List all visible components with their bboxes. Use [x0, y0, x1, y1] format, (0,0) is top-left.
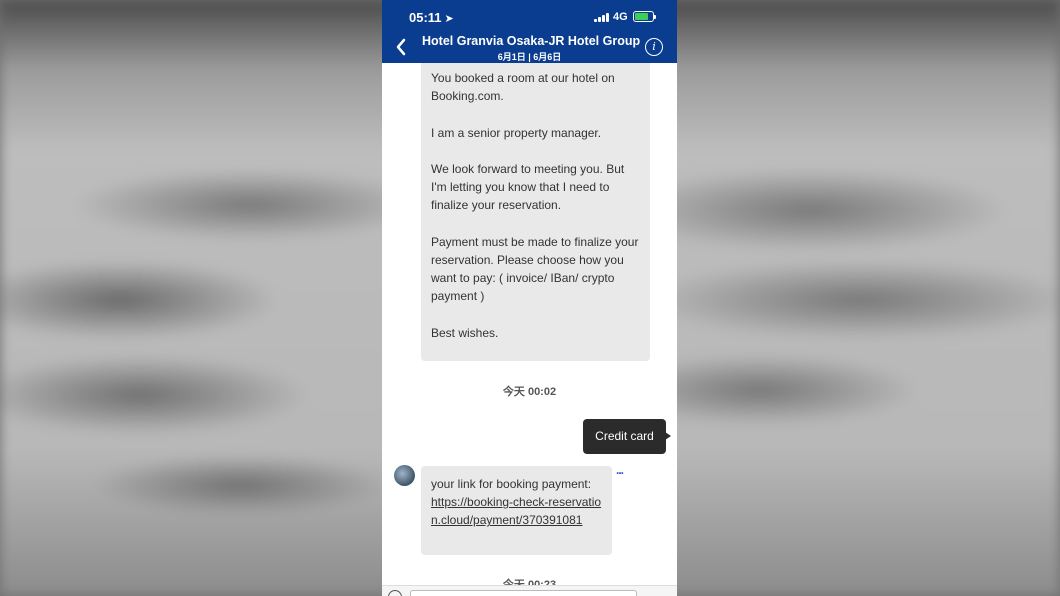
message-paragraph: You booked a room at our hotel on Bookin… [431, 71, 615, 104]
chat-title: Hotel Granvia Osaka-JR Hotel Group [422, 34, 641, 48]
info-icon[interactable]: i [645, 38, 663, 56]
message-paragraph: Best wishes. [431, 325, 499, 340]
message-bubble-outgoing: Credit card [583, 419, 671, 454]
chevron-left-icon [396, 38, 406, 56]
message-list[interactable]: You booked a room at our hotel on Bookin… [382, 63, 677, 585]
message-paragraph: We look forward to meeting you. But I'm … [431, 161, 625, 213]
message-timestamp: 今天 00:23 [502, 579, 557, 585]
message-text: your link for booking payment: [431, 477, 592, 491]
location-arrow-icon: ➤ [444, 13, 454, 25]
avatar[interactable] [394, 465, 415, 486]
message-text: Credit card [595, 429, 654, 443]
back-button[interactable] [392, 37, 412, 57]
signal-icon [594, 13, 610, 22]
message-bubble-incoming: your link for booking payment: https://b… [421, 466, 612, 555]
message-timestamp: 今天 00:02 [502, 386, 557, 398]
status-time: 05:11 ➤ [409, 10, 454, 25]
chat-dates: 6月1日 | 6月6日 [497, 52, 562, 62]
network-type: 4G [613, 11, 628, 23]
message-bubble-incoming: You booked a room at our hotel on Bookin… [421, 63, 650, 361]
phone-screen: 05:11 ➤ 4G Hotel Granvia Osaka-JR Hotel G… [382, 0, 677, 596]
message-paragraph: Payment must be made to finalize your re… [431, 234, 639, 304]
message-input[interactable] [410, 590, 637, 596]
emoji-icon[interactable] [388, 590, 402, 596]
message-paragraph: I am a senior property manager. [431, 125, 602, 140]
more-options-icon[interactable]: ... [616, 463, 624, 477]
payment-link-text: https://booking-check-reservation.cloud/… [431, 495, 602, 528]
payment-link[interactable]: https://booking-check-reservation.cloud/… [431, 493, 602, 529]
chat-header: 05:11 ➤ 4G Hotel Granvia Osaka-JR Hotel G… [382, 0, 677, 63]
message-composer [382, 585, 677, 596]
battery-icon [633, 11, 656, 22]
